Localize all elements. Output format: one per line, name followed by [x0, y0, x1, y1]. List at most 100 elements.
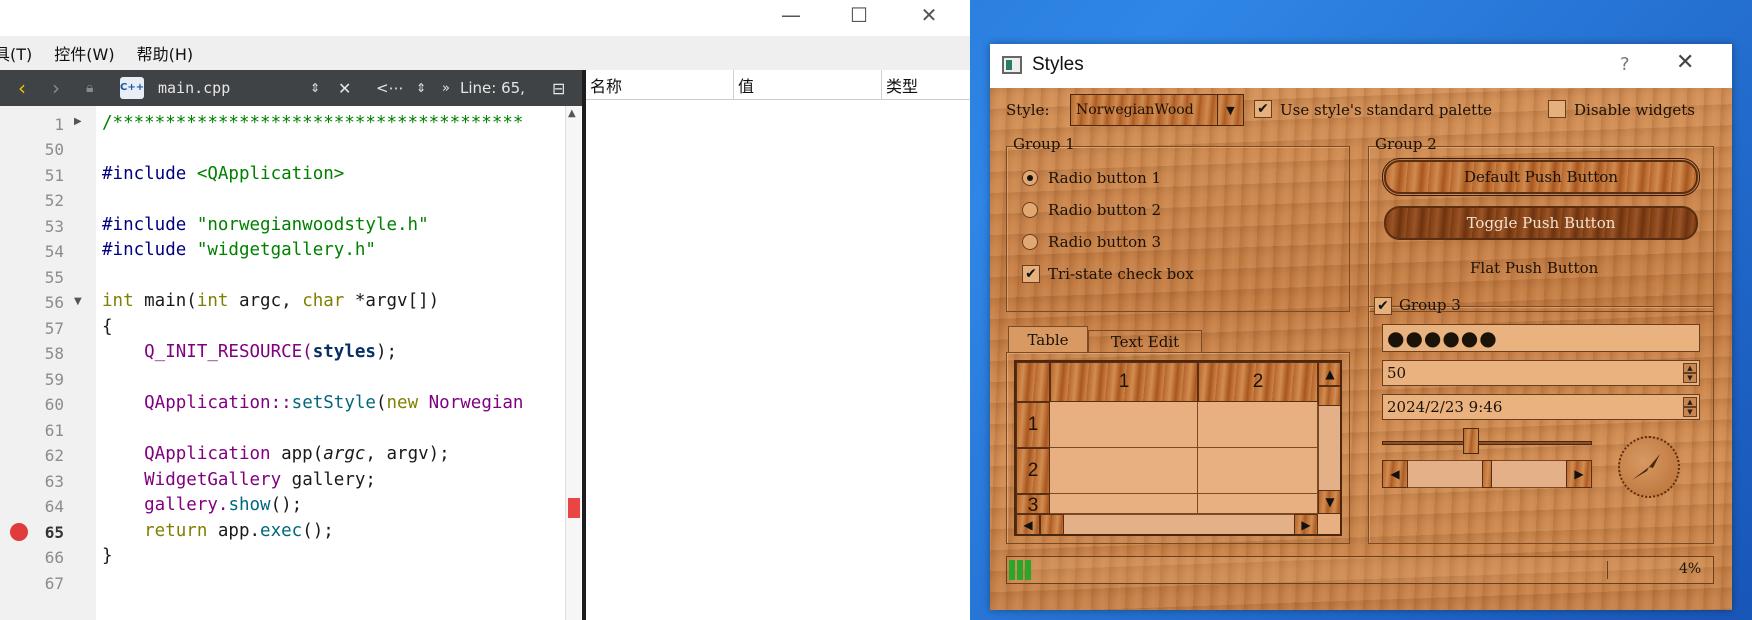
scroll-up-arrow-icon[interactable]: ▲ — [1318, 362, 1340, 386]
row-header-2[interactable]: 2 — [1016, 448, 1050, 494]
flat-push-button[interactable]: Flat Push Button — [1470, 259, 1598, 277]
table-cell[interactable] — [1050, 494, 1198, 514]
close-icon[interactable]: ✕ — [1676, 50, 1694, 75]
column-header-2[interactable]: 2 — [1198, 362, 1318, 402]
spin-down-icon[interactable]: ▼ — [1683, 407, 1697, 417]
password-field[interactable]: ●●●●●● — [1382, 324, 1700, 352]
close-document-icon[interactable]: ✕ — [338, 70, 351, 106]
line-number: 61 — [44, 421, 64, 440]
table-cell[interactable] — [1050, 402, 1198, 448]
progress-label: 4% — [1679, 561, 1702, 577]
radio-button-2[interactable] — [1022, 202, 1038, 218]
vertical-scroll-handle[interactable] — [1318, 386, 1340, 406]
chevron-right-icon: » — [442, 80, 450, 96]
help-icon[interactable]: ? — [1620, 54, 1630, 75]
line-column-indicator[interactable]: Line: 65, — [460, 70, 525, 106]
dial[interactable] — [1618, 436, 1680, 498]
dropdown-arrow-icon[interactable]: ▼ — [1217, 95, 1243, 125]
code-line-53: #include "norwegianwoodstyle.h" — [102, 215, 429, 235]
back-icon[interactable]: ‹ — [18, 70, 26, 106]
code-text: main( — [133, 291, 197, 311]
breakpoint-marker — [568, 498, 580, 518]
split-editor-icon[interactable]: ⊟ — [552, 70, 565, 106]
tab-table[interactable]: Table — [1008, 326, 1088, 352]
code-line-66: } — [102, 546, 113, 566]
toggle-push-button[interactable]: Toggle Push Button — [1384, 206, 1698, 240]
column-header-name[interactable]: 名称 — [586, 70, 734, 100]
group-3-checkbox[interactable]: ✔ — [1374, 297, 1392, 315]
spin-box[interactable]: 50 ▲ ▼ — [1382, 360, 1700, 386]
scroll-left-arrow-icon[interactable]: ◀ — [1382, 460, 1408, 488]
code-line-58: Q_INIT_RESOURCE(styles); — [102, 342, 397, 362]
code-line-60: QApplication::setStyle(new Norwegian — [102, 393, 523, 413]
spin-arrows[interactable]: ▲ ▼ — [1683, 363, 1697, 383]
forward-icon[interactable]: › — [52, 70, 60, 106]
column-header-value[interactable]: 值 — [734, 70, 882, 100]
include-target: "widgetgallery.h" — [196, 240, 376, 260]
column-header-type[interactable]: 类型 — [882, 70, 970, 100]
editor-vertical-scrollbar[interactable]: ▲ — [565, 106, 581, 620]
spin-down-icon[interactable]: ▼ — [1683, 373, 1697, 383]
tab-text-edit[interactable]: Text Edit — [1088, 330, 1202, 352]
menu-widgets[interactable]: 控件(W) — [54, 41, 114, 65]
spin-up-icon[interactable]: ▲ — [1683, 363, 1697, 373]
file-name-label[interactable]: main.cpp — [158, 70, 230, 106]
function-name: setStyle — [291, 393, 376, 413]
default-push-button[interactable]: Default Push Button — [1382, 158, 1700, 196]
disable-widgets-checkbox[interactable] — [1548, 100, 1566, 118]
row-header-3[interactable]: 3 — [1016, 494, 1050, 516]
group-1-title: Group 1 — [1013, 135, 1075, 153]
table-view[interactable]: 1 2 1 2 3 ▲ ▼ ◀ ▶ — [1014, 360, 1342, 536]
code-text: (); — [302, 521, 334, 541]
tri-state-checkbox[interactable]: ✔ — [1022, 265, 1040, 283]
slider-handle[interactable] — [1463, 428, 1480, 454]
group-3-title: Group 3 — [1399, 296, 1461, 314]
table-cell[interactable] — [1198, 402, 1318, 448]
line-number: 50 — [44, 140, 64, 159]
file-combo-arrows-icon[interactable]: ⇕ — [310, 70, 320, 106]
line-number: 58 — [44, 344, 64, 363]
keyword: return — [102, 521, 208, 541]
fold-arrow-icon[interactable]: ▼ — [74, 296, 82, 307]
scroll-down-arrow-icon[interactable]: ▼ — [1318, 490, 1340, 514]
datetime-edit[interactable]: 2024/2/23 9:46 ▲ ▼ — [1382, 394, 1700, 420]
datetime-arrows[interactable]: ▲ ▼ — [1683, 397, 1697, 417]
radio-button-3-label: Radio button 3 — [1048, 233, 1162, 251]
horizontal-scroll-handle[interactable] — [1040, 514, 1064, 534]
scroll-left-arrow-icon[interactable]: ◀ — [1016, 514, 1040, 534]
ide-menubar: 具(T) 控件(W) 帮助(H) — [0, 36, 970, 70]
close-icon[interactable]: ✕ — [906, 0, 952, 30]
table-cell[interactable] — [1050, 448, 1198, 494]
expand-arrow-icon[interactable]: ▶ — [74, 116, 82, 127]
spin-up-icon[interactable]: ▲ — [1683, 397, 1697, 407]
progress-divider — [1607, 561, 1608, 579]
menu-help[interactable]: 帮助(H) — [137, 41, 194, 65]
code-text: (); — [270, 495, 303, 515]
scroll-up-icon[interactable]: ▲ — [568, 108, 576, 119]
keyword: int — [196, 291, 229, 311]
symbol-combo-arrows-icon[interactable]: ⇕ — [416, 70, 426, 106]
locals-view[interactable] — [586, 100, 970, 620]
include-target: <QApplication> — [196, 164, 345, 184]
scroll-right-arrow-icon[interactable]: ▶ — [1566, 460, 1592, 488]
row-header-1[interactable]: 1 — [1016, 402, 1050, 448]
table-cell[interactable] — [1198, 448, 1318, 494]
symbol-combo[interactable]: <⋯ — [376, 70, 404, 106]
scrollbar-handle[interactable] — [1482, 460, 1492, 488]
maximize-icon[interactable]: ☐ — [836, 0, 882, 30]
column-header-1[interactable]: 1 — [1050, 362, 1198, 402]
use-palette-checkbox[interactable]: ✔ — [1254, 100, 1272, 118]
radio-button-1[interactable] — [1022, 170, 1038, 186]
minimize-icon[interactable]: — — [768, 0, 814, 30]
line-number: 53 — [44, 217, 64, 236]
menu-tools[interactable]: 具(T) — [0, 41, 32, 65]
table-corner-button[interactable] — [1016, 362, 1050, 402]
type-name: WidgetGallery — [102, 470, 282, 490]
table-cell[interactable] — [1198, 494, 1318, 514]
style-combobox[interactable]: NorwegianWood ▼ — [1070, 94, 1244, 126]
radio-button-3[interactable] — [1022, 234, 1038, 250]
scroll-right-arrow-icon[interactable]: ▶ — [1294, 514, 1318, 534]
macro: Q_INIT_RESOURCE( — [102, 342, 313, 362]
slider-track[interactable] — [1382, 441, 1592, 445]
tri-state-label: Tri-state check box — [1048, 265, 1194, 283]
